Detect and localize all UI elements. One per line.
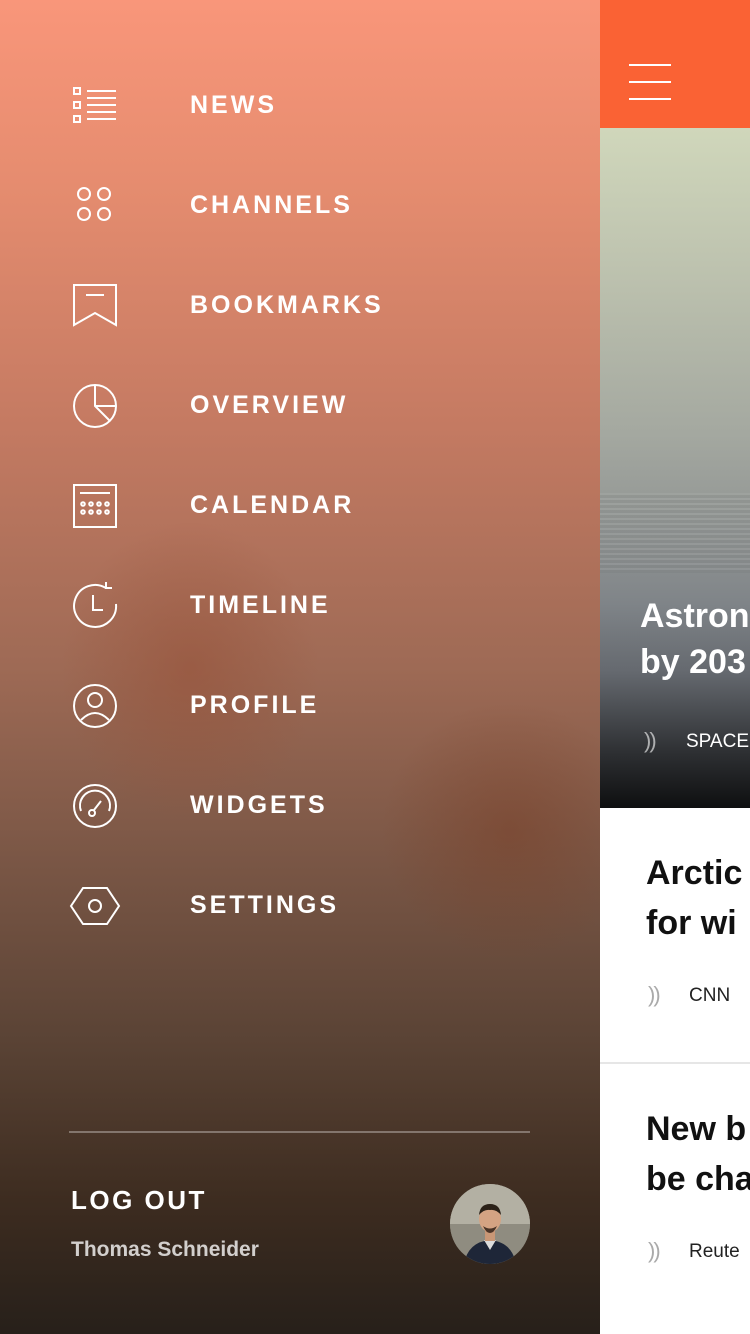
article-title-line-1: New b [646, 1110, 747, 1148]
calendar-icon [66, 477, 122, 533]
menu-item-news[interactable]: NEWS [0, 55, 600, 155]
menu-label-calendar: CALENDAR [190, 491, 355, 519]
article-title: New b be cha [646, 1104, 750, 1204]
menu-item-timeline[interactable]: TIMELINE [0, 555, 600, 655]
logout-button[interactable]: LOG OUT [71, 1185, 207, 1216]
hamburger-menu-icon[interactable] [629, 64, 671, 102]
article-source[interactable]: CNN [689, 985, 730, 1007]
menu-item-channels[interactable]: CHANNELS [0, 155, 600, 255]
article-card[interactable]: New b be cha )) Reute [600, 1064, 750, 1320]
avatar-photo-icon [450, 1184, 530, 1264]
top-bar [600, 0, 750, 128]
menu-item-bookmarks[interactable]: BOOKMARKS [0, 255, 600, 355]
menu-label-timeline: TIMELINE [190, 591, 331, 619]
broadcast-icon: )) [648, 1238, 661, 1263]
article-card[interactable]: Arctic for wi )) CNN [600, 808, 750, 1064]
hero-image [600, 493, 750, 573]
hexagon-settings-icon [66, 877, 122, 933]
menu-item-overview[interactable]: OVERVIEW [0, 355, 600, 455]
hero-title-line-1: Astron [640, 597, 750, 635]
menu-label-settings: SETTINGS [190, 891, 340, 919]
clock-history-icon [66, 577, 122, 633]
menu-label-bookmarks: BOOKMARKS [190, 291, 384, 319]
hero-article[interactable]: Astron by 203 )) SPACE [600, 128, 750, 808]
user-name: Thomas Schneider [71, 1238, 259, 1261]
menu-item-calendar[interactable]: CALENDAR [0, 455, 600, 555]
article-title: Arctic for wi [646, 848, 750, 948]
pie-chart-icon [66, 377, 122, 433]
gauge-icon [66, 777, 122, 833]
menu-label-profile: PROFILE [190, 691, 320, 719]
news-list-icon [66, 77, 122, 133]
menu-item-profile[interactable]: PROFILE [0, 655, 600, 755]
menu-item-settings[interactable]: SETTINGS [0, 855, 600, 955]
menu-label-news: NEWS [190, 91, 277, 119]
side-menu: NEWS CHANNELS BOOKMARKS OVERVIEW CALENDA… [0, 0, 600, 1334]
user-icon [66, 677, 122, 733]
menu-item-widgets[interactable]: WIDGETS [0, 755, 600, 855]
article-title-line-2: be cha [646, 1160, 750, 1198]
hero-title-line-2: by 203 [640, 643, 746, 681]
article-title-line-1: Arctic [646, 854, 743, 892]
hero-source[interactable]: SPACE [686, 731, 749, 753]
menu-label-overview: OVERVIEW [190, 391, 349, 419]
bookmark-icon [66, 277, 122, 333]
article-title-line-2: for wi [646, 904, 737, 942]
broadcast-icon: )) [644, 728, 657, 753]
hero-title[interactable]: Astron by 203 [640, 593, 750, 685]
menu-label-widgets: WIDGETS [190, 791, 328, 819]
sidebar-divider [69, 1131, 530, 1133]
channels-grid-icon [66, 177, 122, 233]
avatar[interactable] [450, 1184, 530, 1264]
article-source[interactable]: Reute [689, 1241, 740, 1263]
menu-label-channels: CHANNELS [190, 191, 353, 219]
broadcast-icon: )) [648, 982, 661, 1007]
